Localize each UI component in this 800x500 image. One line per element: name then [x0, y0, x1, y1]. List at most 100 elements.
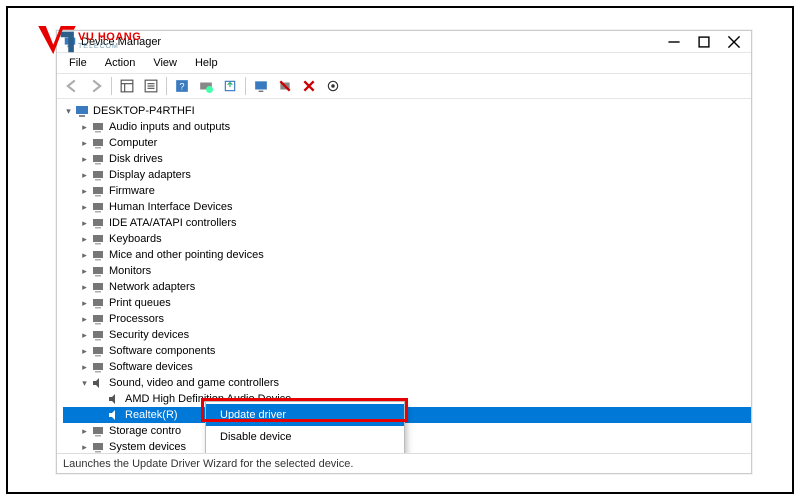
device-category-icon: [90, 216, 106, 230]
tree-category-label: Software components: [109, 343, 215, 359]
tree-category[interactable]: ▸Network adapters: [63, 279, 751, 295]
update-driver-button[interactable]: [219, 75, 241, 97]
tree-category-label: Storage contro: [109, 423, 181, 439]
show-hidden-button[interactable]: [116, 75, 138, 97]
expand-icon[interactable]: ▸: [79, 359, 90, 375]
device-category-icon: [90, 344, 106, 358]
tree-category-label: Print queues: [109, 295, 171, 311]
tree-category[interactable]: ▸ Software components: [63, 343, 751, 359]
tree-category[interactable]: ▸ Processors: [63, 311, 751, 327]
status-text: Launches the Update Driver Wizard for th…: [63, 458, 353, 470]
tree-category-label: Keyboards: [109, 231, 162, 247]
tree-category[interactable]: ▸ IDE ATA/ATAPI controllers: [63, 215, 751, 231]
expand-icon[interactable]: ▸: [79, 279, 90, 295]
tree-category[interactable]: ▸ Human Interface Devices: [63, 199, 751, 215]
tree-device-realtek[interactable]: Realtek(R): [63, 407, 751, 423]
tree-category-label: Human Interface Devices: [109, 199, 233, 215]
expand-icon[interactable]: ▸: [79, 151, 90, 167]
expand-icon[interactable]: ▸: [79, 343, 90, 359]
titlebar: Device Manager: [57, 31, 751, 53]
device-category-icon: [90, 152, 106, 166]
help-button[interactable]: ?: [171, 75, 193, 97]
tree-category-sound[interactable]: ▾ Sound, video and game controllers: [63, 375, 751, 391]
back-button[interactable]: [61, 75, 83, 97]
device-category-icon: [90, 200, 106, 214]
tree-category[interactable]: ▸ Security devices: [63, 327, 751, 343]
expand-icon[interactable]: ▸: [79, 215, 90, 231]
menu-help[interactable]: Help: [187, 55, 226, 71]
expand-icon[interactable]: ▸: [79, 439, 90, 453]
toolbar: ?: [57, 73, 751, 99]
tree-category[interactable]: ▸ Audio inputs and outputs: [63, 119, 751, 135]
expand-icon[interactable]: ▸: [79, 183, 90, 199]
tree-category[interactable]: ▸ Firmware: [63, 183, 751, 199]
expand-icon[interactable]: ▸: [79, 295, 90, 311]
expand-icon[interactable]: ▸: [79, 135, 90, 151]
tree-category[interactable]: ▸Disk drives: [63, 151, 751, 167]
context-menu-item[interactable]: Uninstall device: [206, 448, 404, 453]
toolbar-separator: [166, 77, 167, 95]
device-category-icon: [90, 184, 106, 198]
tree-device-amd-audio[interactable]: AMD High Definition Audio Device: [63, 391, 751, 407]
context-menu-item[interactable]: Disable device: [206, 426, 404, 448]
expand-icon[interactable]: ▸: [79, 327, 90, 343]
computer-icon: [74, 104, 90, 118]
tree-category-label: Monitors: [109, 263, 151, 279]
tree-category[interactable]: ▸Software devices: [63, 359, 751, 375]
scan-hardware-button[interactable]: [195, 75, 217, 97]
context-menu: Update driverDisable deviceUninstall dev…: [205, 401, 405, 453]
device-manager-window: Device Manager File Action View Help: [56, 30, 752, 474]
tree-category[interactable]: ▸Computer: [63, 135, 751, 151]
device-category-icon: [90, 280, 106, 294]
tree-category[interactable]: ▸ Print queues: [63, 295, 751, 311]
enable-button[interactable]: [322, 75, 344, 97]
tree-root[interactable]: ▾ DESKTOP-P4RTHFI: [63, 103, 751, 119]
device-category-icon: [90, 264, 106, 278]
expand-icon[interactable]: ▸: [79, 247, 90, 263]
expand-icon[interactable]: ▸: [79, 231, 90, 247]
toolbar-separator: [245, 77, 246, 95]
maximize-button[interactable]: [689, 32, 719, 52]
tree-category-label: Security devices: [109, 327, 189, 343]
tree-category-label: Processors: [109, 311, 164, 327]
device-tree[interactable]: ▾ DESKTOP-P4RTHFI ▸ Audio inputs and outp…: [57, 99, 751, 453]
device-category-icon: [90, 168, 106, 182]
disable-button[interactable]: [298, 75, 320, 97]
tree-category[interactable]: ▸ Keyboards: [63, 231, 751, 247]
tree-category-label: Firmware: [109, 183, 155, 199]
tree-category-label: IDE ATA/ATAPI controllers: [109, 215, 237, 231]
collapse-icon[interactable]: ▾: [79, 375, 90, 391]
device-category-icon: [90, 360, 106, 374]
collapse-icon[interactable]: ▾: [63, 103, 74, 119]
expand-icon[interactable]: ▸: [79, 119, 90, 135]
menu-view[interactable]: View: [145, 55, 185, 71]
monitor-button[interactable]: [250, 75, 272, 97]
menu-action[interactable]: Action: [97, 55, 144, 71]
context-menu-item[interactable]: Update driver: [206, 404, 404, 426]
brand-logo: VU HOANG TELECOM: [38, 26, 141, 56]
expand-icon[interactable]: ▸: [79, 199, 90, 215]
menubar: File Action View Help: [57, 53, 751, 73]
uninstall-button[interactable]: [274, 75, 296, 97]
expand-icon[interactable]: ▸: [79, 311, 90, 327]
menu-file[interactable]: File: [61, 55, 95, 71]
tree-category[interactable]: ▸ System devices: [63, 439, 751, 453]
brand-logo-mark: [38, 26, 76, 56]
device-category-icon: [90, 440, 106, 453]
minimize-button[interactable]: [659, 32, 689, 52]
expand-icon[interactable]: ▸: [79, 263, 90, 279]
tree-category-label: System devices: [109, 439, 186, 453]
close-button[interactable]: [719, 32, 749, 52]
properties-button[interactable]: [140, 75, 162, 97]
tree-category-label: Display adapters: [109, 167, 191, 183]
tree-category[interactable]: ▸ Display adapters: [63, 167, 751, 183]
expand-icon[interactable]: ▸: [79, 423, 90, 439]
forward-button[interactable]: [85, 75, 107, 97]
tree-category[interactable]: ▸Mice and other pointing devices: [63, 247, 751, 263]
tree-category[interactable]: ▸ Monitors: [63, 263, 751, 279]
tree-category[interactable]: ▸ Storage contro: [63, 423, 751, 439]
brand-logo-text-1: VU HOANG: [78, 32, 141, 43]
expand-icon[interactable]: ▸: [79, 167, 90, 183]
device-category-icon: [90, 296, 106, 310]
tree-category-label: Audio inputs and outputs: [109, 119, 230, 135]
